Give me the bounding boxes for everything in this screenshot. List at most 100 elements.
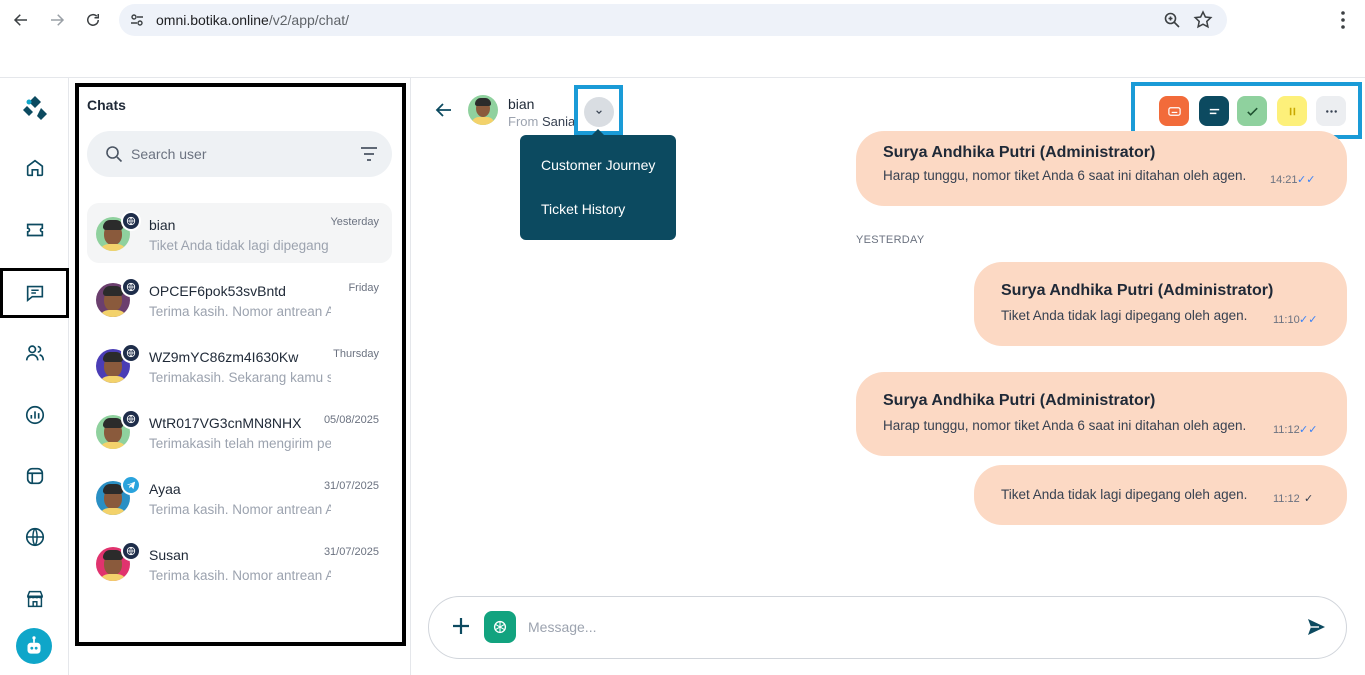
web-channel-icon bbox=[121, 343, 141, 363]
search-box[interactable] bbox=[87, 131, 392, 177]
chat-date: 05/08/2025 bbox=[323, 414, 379, 426]
chat-preview: Terima kasih. Nomor antrean Anda bbox=[149, 568, 331, 583]
notes-icon bbox=[1209, 108, 1219, 114]
contact-source: From Sania bbox=[508, 114, 575, 129]
message-input[interactable] bbox=[528, 616, 1228, 638]
message-composer bbox=[428, 596, 1347, 659]
message-sender: Surya Andhika Putri (Administrator) bbox=[1001, 282, 1274, 299]
templates-icon[interactable] bbox=[0, 452, 69, 500]
chats-panel: Chats bian Yesterday Tiket Anda tidak lagi… bbox=[69, 78, 411, 675]
chat-name: Ayaa bbox=[149, 481, 181, 497]
chat-icon[interactable] bbox=[0, 268, 69, 318]
contacts-icon[interactable] bbox=[0, 329, 69, 377]
zoom-icon[interactable] bbox=[1163, 11, 1181, 29]
send-icon[interactable] bbox=[1305, 616, 1327, 638]
chat-name: WZ9mYC86zm4I630Kw bbox=[149, 349, 299, 365]
day-separator: YESTERDAY bbox=[856, 234, 925, 246]
bot-avatar-icon[interactable] bbox=[16, 628, 52, 664]
chat-preview: Terima kasih. Nomor antrean Anda bbox=[149, 502, 331, 517]
message-text: Tiket Anda tidak lagi dipegang oleh agen… bbox=[1001, 487, 1248, 502]
bookmark-star-icon[interactable] bbox=[1193, 10, 1213, 30]
pause-icon bbox=[1289, 107, 1295, 115]
attach-plus-icon[interactable] bbox=[449, 614, 473, 638]
chats-title: Chats bbox=[87, 97, 126, 113]
notes-action-button[interactable] bbox=[1199, 96, 1229, 126]
chat-name: Susan bbox=[149, 547, 189, 563]
forward-nav-icon[interactable] bbox=[45, 8, 69, 32]
message-bubble: Surya Andhika Putri (Administrator) Tike… bbox=[974, 262, 1347, 346]
chat-name: bian bbox=[149, 217, 176, 233]
chat-preview: Terima kasih. Nomor antrean Anda adalah bbox=[149, 304, 331, 319]
analytics-icon[interactable] bbox=[0, 391, 69, 439]
back-arrow-icon[interactable] bbox=[434, 100, 454, 120]
chat-list-item[interactable]: Ayaa 31/07/2025 Terima kasih. Nomor antrea… bbox=[87, 467, 392, 527]
contact-dropdown-button[interactable] bbox=[584, 97, 614, 127]
reload-icon[interactable] bbox=[81, 8, 105, 32]
browser-menu-icon[interactable] bbox=[1333, 9, 1353, 31]
chat-list-item[interactable]: bian Yesterday Tiket Anda tidak lagi dipeg… bbox=[87, 203, 392, 263]
filter-icon[interactable] bbox=[360, 146, 378, 162]
message-read-ticks: ✓✓ bbox=[1297, 174, 1316, 186]
conversation-panel: bian From Sania Customer Journey Ticket … bbox=[411, 78, 1365, 675]
web-channel-icon bbox=[121, 277, 141, 297]
message-sent-tick: ✓ bbox=[1304, 493, 1314, 505]
subtitle-action-button[interactable] bbox=[1159, 96, 1189, 126]
ticket-icon[interactable] bbox=[0, 206, 69, 254]
message-time: 14:21 bbox=[1270, 174, 1298, 186]
chat-preview: Tiket Anda tidak lagi dipegang oleh agen… bbox=[149, 238, 331, 253]
browser-toolbar: omni.botika.online/v2/app/chat/ bbox=[0, 0, 1365, 78]
message-text: Tiket Anda tidak lagi dipegang oleh agen… bbox=[1001, 308, 1248, 323]
back-nav-icon[interactable] bbox=[9, 8, 33, 32]
chat-preview: Terimakasih. Sekarang kamu sudah bbox=[149, 370, 331, 385]
message-sender: Surya Andhika Putri (Administrator) bbox=[883, 392, 1156, 409]
address-bar[interactable]: omni.botika.online/v2/app/chat/ bbox=[119, 4, 1227, 36]
globe-icon[interactable] bbox=[0, 513, 69, 561]
message-text: Harap tunggu, nomor tiket Anda 6 saat in… bbox=[883, 418, 1247, 433]
chat-preview: Terimakasih telah mengirim pesan bbox=[149, 436, 331, 451]
more-action-button[interactable] bbox=[1316, 96, 1346, 126]
chat-list-item[interactable]: WZ9mYC86zm4I630Kw Thursday Terimakasih. Se… bbox=[87, 335, 392, 395]
site-settings-icon[interactable] bbox=[129, 12, 145, 28]
ai-icon bbox=[493, 620, 507, 634]
menu-item-customer-journey[interactable]: Customer Journey bbox=[541, 157, 655, 173]
contact-menu: Customer Journey Ticket History bbox=[520, 129, 676, 240]
contact-avatar bbox=[468, 95, 498, 125]
message-time: 11:12 bbox=[1273, 424, 1300, 436]
ai-assist-button[interactable] bbox=[484, 611, 516, 643]
more-icon bbox=[1325, 109, 1337, 113]
chat-list-item[interactable]: OPCEF6pok53svBntd Friday Terima kasih. Nom… bbox=[87, 269, 392, 329]
resolve-action-button[interactable] bbox=[1237, 96, 1267, 126]
check-icon bbox=[1246, 107, 1258, 116]
home-icon[interactable] bbox=[0, 144, 69, 192]
caption-icon bbox=[1167, 106, 1181, 116]
chat-list-item[interactable]: Susan 31/07/2025 Terima kasih. Nomor antre… bbox=[87, 533, 392, 593]
message-bubble: Tiket Anda tidak lagi dipegang oleh agen… bbox=[974, 465, 1347, 525]
app-logo-icon[interactable] bbox=[0, 84, 69, 132]
icon-rail bbox=[0, 78, 69, 675]
url-path: /v2/app/chat/ bbox=[268, 12, 350, 28]
search-input[interactable] bbox=[131, 143, 341, 165]
message-time: 11:10 bbox=[1273, 314, 1300, 326]
contact-name: bian bbox=[508, 96, 535, 112]
message-bubble: Surya Andhika Putri (Administrator) Hara… bbox=[856, 131, 1347, 206]
chat-date: Thursday bbox=[333, 348, 379, 360]
web-channel-icon bbox=[121, 409, 141, 429]
store-icon[interactable] bbox=[0, 575, 69, 623]
chat-date: Yesterday bbox=[330, 216, 379, 228]
menu-item-ticket-history[interactable]: Ticket History bbox=[541, 201, 625, 217]
from-value: Sania bbox=[541, 114, 576, 129]
url-host: omni.botika.online bbox=[156, 12, 269, 28]
chevron-down-icon bbox=[596, 110, 602, 114]
message-read-ticks: ✓✓ bbox=[1299, 424, 1318, 436]
message-bubble: Surya Andhika Putri (Administrator) Hara… bbox=[856, 372, 1347, 456]
url-text: omni.botika.online/v2/app/chat/ bbox=[156, 12, 349, 28]
message-read-ticks: ✓✓ bbox=[1299, 314, 1318, 326]
message-time: 11:12 bbox=[1273, 493, 1300, 505]
telegram-icon bbox=[121, 475, 141, 495]
chat-date: Friday bbox=[348, 282, 379, 294]
hold-action-button[interactable] bbox=[1277, 96, 1307, 126]
chat-date: 31/07/2025 bbox=[323, 480, 379, 492]
chat-list-item[interactable]: WtR017VG3cnMN8NHX 05/08/2025 Terimakasih t… bbox=[87, 401, 392, 461]
chat-date: 31/07/2025 bbox=[323, 546, 379, 558]
chat-name: OPCEF6pok53svBntd bbox=[149, 283, 286, 299]
